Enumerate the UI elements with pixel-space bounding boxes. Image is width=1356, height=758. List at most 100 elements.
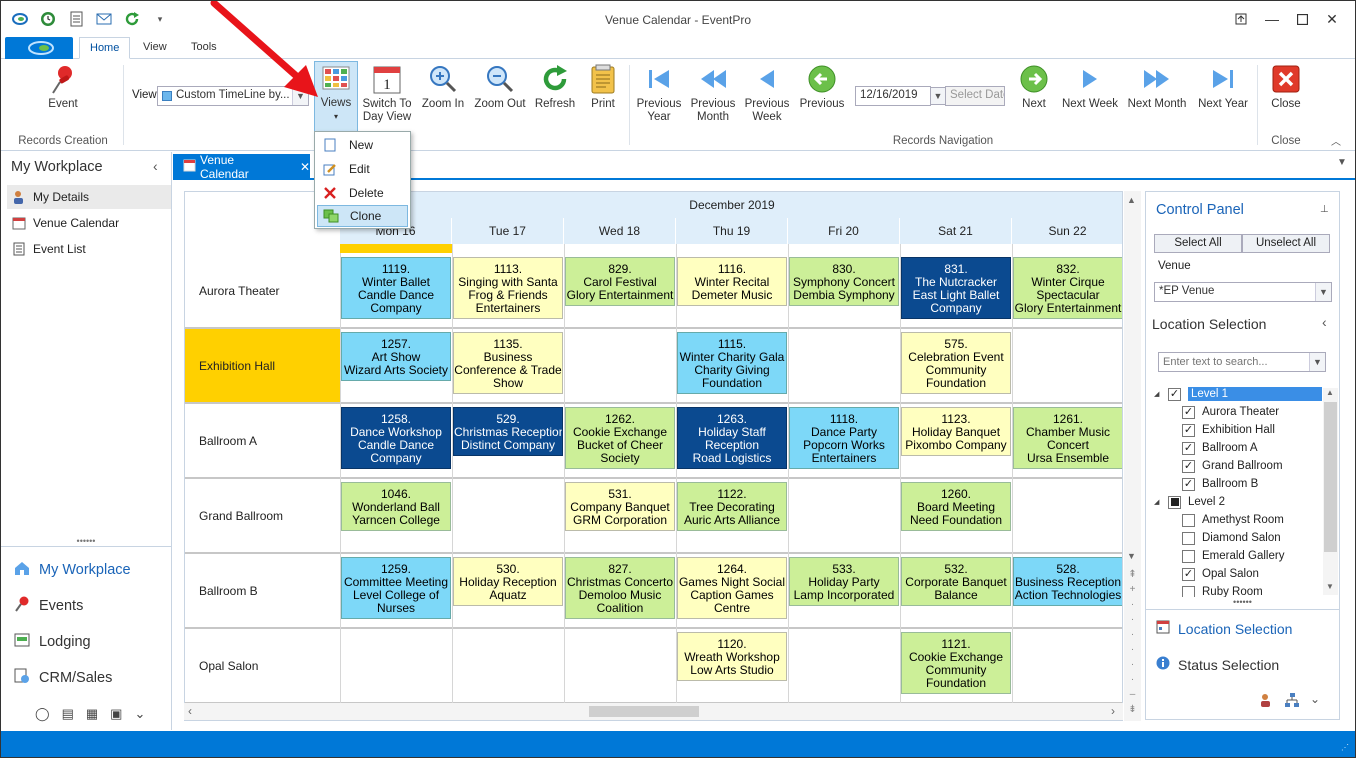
tree-checkbox[interactable] xyxy=(1182,549,1195,563)
next-button[interactable]: Next xyxy=(1013,63,1055,133)
tree-checkbox[interactable]: ✓ xyxy=(1182,459,1195,473)
event-block[interactable]: 528. Business Reception Action Technologie… xyxy=(1013,557,1122,606)
tree-item[interactable]: Ruby Room xyxy=(1154,583,1322,597)
event-block[interactable]: 533. Holiday Party Lamp Incorporated xyxy=(789,557,899,606)
file-tab[interactable] xyxy=(5,37,73,59)
scroll-thumb[interactable] xyxy=(1324,402,1337,552)
tree-checkbox[interactable]: ✓ xyxy=(1182,477,1195,491)
previous-month-button[interactable]: Previous Month xyxy=(689,63,737,133)
event-block[interactable]: 1260. Board Meeting Need Foundation xyxy=(901,482,1011,531)
splitter-grip[interactable]: •••••• xyxy=(1,537,171,546)
scroll-right-icon[interactable]: › xyxy=(1111,704,1115,718)
restore-ribbon-icon[interactable] xyxy=(1229,9,1253,29)
nav-section-lodging[interactable]: Lodging xyxy=(13,627,91,657)
event-block[interactable]: 827. Christmas Concerto Demoloo Music Coali… xyxy=(565,557,675,619)
select-all-button[interactable]: Select All xyxy=(1154,234,1242,253)
tree-checkbox[interactable]: ✓ xyxy=(1182,423,1195,437)
nav-event-list[interactable]: Event List xyxy=(7,237,171,261)
day-header[interactable]: Wed 18 xyxy=(564,218,676,244)
zoom-in-button[interactable]: Zoom In xyxy=(419,63,467,133)
event-block[interactable]: 1121. Cookie Exchange Community Foundation xyxy=(901,632,1011,694)
vertical-scrollbar[interactable]: ▲ ▼ ⇞ + · · · · · · – ⇟ xyxy=(1124,191,1141,721)
location-selection-link[interactable]: Location Selection xyxy=(1156,620,1292,637)
scroll-down-icon[interactable]: ▼ xyxy=(1326,582,1334,591)
switch-to-day-view-button[interactable]: 1 Switch To Day View xyxy=(361,63,413,133)
nav-section-events[interactable]: Events xyxy=(13,591,83,621)
event-block[interactable]: 1263. Holiday Staff Reception Road Logistic… xyxy=(677,407,787,469)
hierarchy-icon[interactable] xyxy=(1284,692,1300,711)
day-header[interactable]: Sat 21 xyxy=(900,218,1012,244)
tree-checkbox[interactable]: ✓ xyxy=(1182,567,1195,581)
tree-checkbox[interactable]: ✓ xyxy=(1182,441,1195,455)
menu-item-new[interactable]: New xyxy=(317,134,408,156)
close-tab-icon[interactable]: ✕ xyxy=(300,160,310,174)
next-year-button[interactable]: Next Year xyxy=(1195,63,1251,133)
tree-item[interactable]: ◢ ✓ Level 1 xyxy=(1154,385,1322,403)
tree-checkbox[interactable] xyxy=(1182,585,1195,597)
menu-item-edit[interactable]: Edit xyxy=(317,158,408,180)
tab-list-dropdown-icon[interactable]: ▼ xyxy=(1337,157,1347,168)
nav-venue-calendar[interactable]: Venue Calendar xyxy=(7,211,171,235)
tree-checkbox[interactable]: ✓ xyxy=(1168,387,1181,401)
previous-week-button[interactable]: Previous Week xyxy=(743,63,791,133)
tree-item[interactable]: ✓ Grand Ballroom xyxy=(1154,457,1322,475)
event-block[interactable]: 1120. Wreath Workshop Low Arts Studio xyxy=(677,632,787,681)
event-block[interactable]: 1116. Winter Recital Demeter Music xyxy=(677,257,787,306)
resource-row-label[interactable]: Ballroom B xyxy=(185,554,340,629)
event-button[interactable]: Event xyxy=(41,63,85,133)
tree-checkbox[interactable]: ✓ xyxy=(1182,405,1195,419)
previous-year-button[interactable]: Previous Year xyxy=(635,63,683,133)
event-block[interactable]: 829. Carol Festival Glory Entertainment xyxy=(565,257,675,306)
tree-item[interactable]: ✓ Ballroom A xyxy=(1154,439,1322,457)
resize-grip-icon[interactable]: ⋰ xyxy=(1341,743,1349,752)
expand-triangle-icon[interactable]: ◢ xyxy=(1154,498,1168,506)
collapse-section-icon[interactable]: ‹ xyxy=(1322,314,1327,330)
event-block[interactable]: 832. Winter Cirque Spectacular Glory Entert… xyxy=(1013,257,1122,319)
location-search-field[interactable] xyxy=(1159,353,1309,371)
clipboard-icon[interactable]: ▤ xyxy=(62,706,74,722)
scroll-up-icon[interactable]: ▲ xyxy=(1127,195,1136,205)
pin-icon[interactable]: ⊥ xyxy=(1320,204,1329,215)
previous-button[interactable]: Previous xyxy=(797,63,847,133)
close-button[interactable]: Close xyxy=(1265,63,1307,133)
event-block[interactable]: 1258. Dance Workshop Candle Dance Company xyxy=(341,407,451,469)
user-config-icon[interactable] xyxy=(1258,692,1274,711)
horizontal-scrollbar[interactable]: ‹ › xyxy=(184,703,1123,720)
close-window-icon[interactable]: ✕ xyxy=(1320,9,1344,29)
event-block[interactable]: 1122. Tree Decorating Auric Arts Alliance xyxy=(677,482,787,531)
tree-item[interactable]: Diamond Salon xyxy=(1154,529,1322,547)
event-block[interactable]: 1257. Art Show Wizard Arts Society xyxy=(341,332,451,381)
tab-view[interactable]: View xyxy=(133,37,177,59)
chat-icon[interactable]: ◯ xyxy=(35,706,50,722)
minimize-icon[interactable]: — xyxy=(1260,9,1284,29)
resource-row-label[interactable]: Exhibition Hall xyxy=(185,329,340,404)
day-header[interactable]: Tue 17 xyxy=(452,218,564,244)
event-block[interactable]: 1046. Wonderland Ball Yarncen College xyxy=(341,482,451,531)
resource-row-label[interactable]: Grand Ballroom xyxy=(185,479,340,554)
nav-my-details[interactable]: My Details xyxy=(7,185,171,209)
date-dropdown-icon[interactable]: ▼ xyxy=(930,87,946,105)
zoom-out-button[interactable]: Zoom Out xyxy=(473,63,527,133)
maximize-icon[interactable] xyxy=(1290,9,1314,29)
event-block[interactable]: 1261. Chamber Music Concert Ursa Ensemble xyxy=(1013,407,1122,469)
splitter-grip[interactable]: •••••• xyxy=(1146,598,1339,610)
menu-item-delete[interactable]: Delete xyxy=(317,182,408,204)
tree-checkbox[interactable] xyxy=(1182,531,1195,545)
event-block[interactable]: 1115. Winter Charity Gala Charity Giving Fo… xyxy=(677,332,787,394)
chevron-down-icon[interactable]: ▼ xyxy=(1315,283,1331,301)
event-block[interactable]: 831. The Nutcracker East Light Ballet Compa… xyxy=(901,257,1011,319)
event-block[interactable]: 1259. Committee Meeting Level College of Nu… xyxy=(341,557,451,619)
day-header[interactable]: Fri 20 xyxy=(788,218,900,244)
tree-checkbox[interactable] xyxy=(1168,495,1181,509)
status-selection-link[interactable]: Status Selection xyxy=(1156,656,1279,673)
zoom-scale-icon[interactable]: ⇞ + · · · · · · – ⇟ xyxy=(1126,567,1139,717)
event-block[interactable]: 531. Company Banquet GRM Corporation xyxy=(565,482,675,531)
tree-item[interactable]: ◢ Level 2 xyxy=(1154,493,1322,511)
expand-triangle-icon[interactable]: ◢ xyxy=(1154,390,1168,398)
collapse-ribbon-icon[interactable]: ︿ xyxy=(1331,133,1341,148)
more-chevron-icon[interactable]: ⌄ xyxy=(134,706,145,722)
tab-venue-calendar[interactable]: Venue Calendar ✕ xyxy=(173,153,310,181)
tree-item[interactable]: ✓ Opal Salon xyxy=(1154,565,1322,583)
next-month-button[interactable]: Next Month xyxy=(1125,63,1189,133)
event-block[interactable]: 1264. Games Night Social Caption Games Cent… xyxy=(677,557,787,619)
